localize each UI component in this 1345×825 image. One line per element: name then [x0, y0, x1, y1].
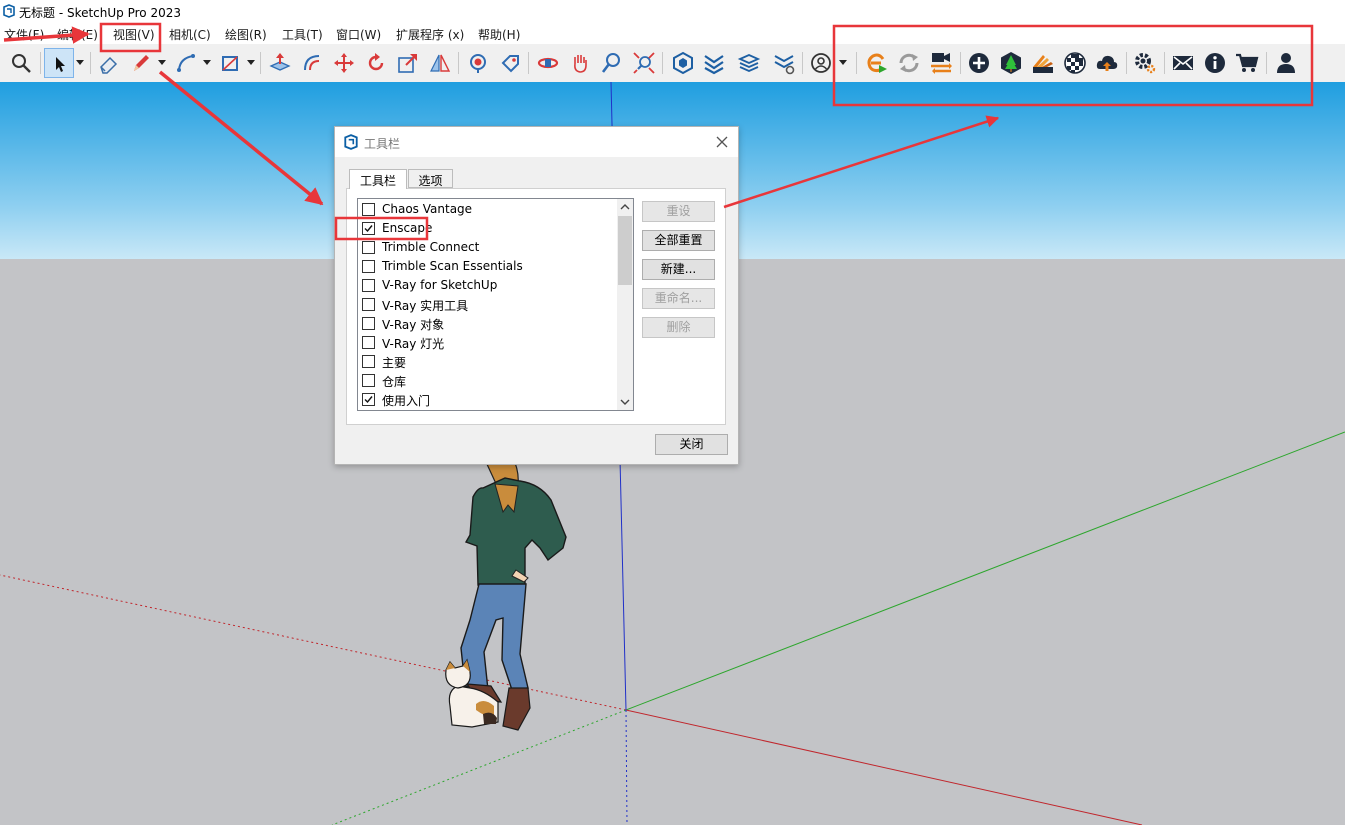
annotation-box-enscape-toolbar	[834, 26, 1312, 105]
annotation-overlay	[0, 0, 1345, 825]
annotation-arrow-to-enscape-toolbar	[724, 118, 998, 207]
annotation-arrow-to-dialog	[160, 72, 322, 204]
annotation-arrow-to-view-menu	[4, 34, 88, 40]
annotation-box-enscape-item	[336, 218, 427, 239]
annotation-box-view-menu	[101, 24, 160, 51]
